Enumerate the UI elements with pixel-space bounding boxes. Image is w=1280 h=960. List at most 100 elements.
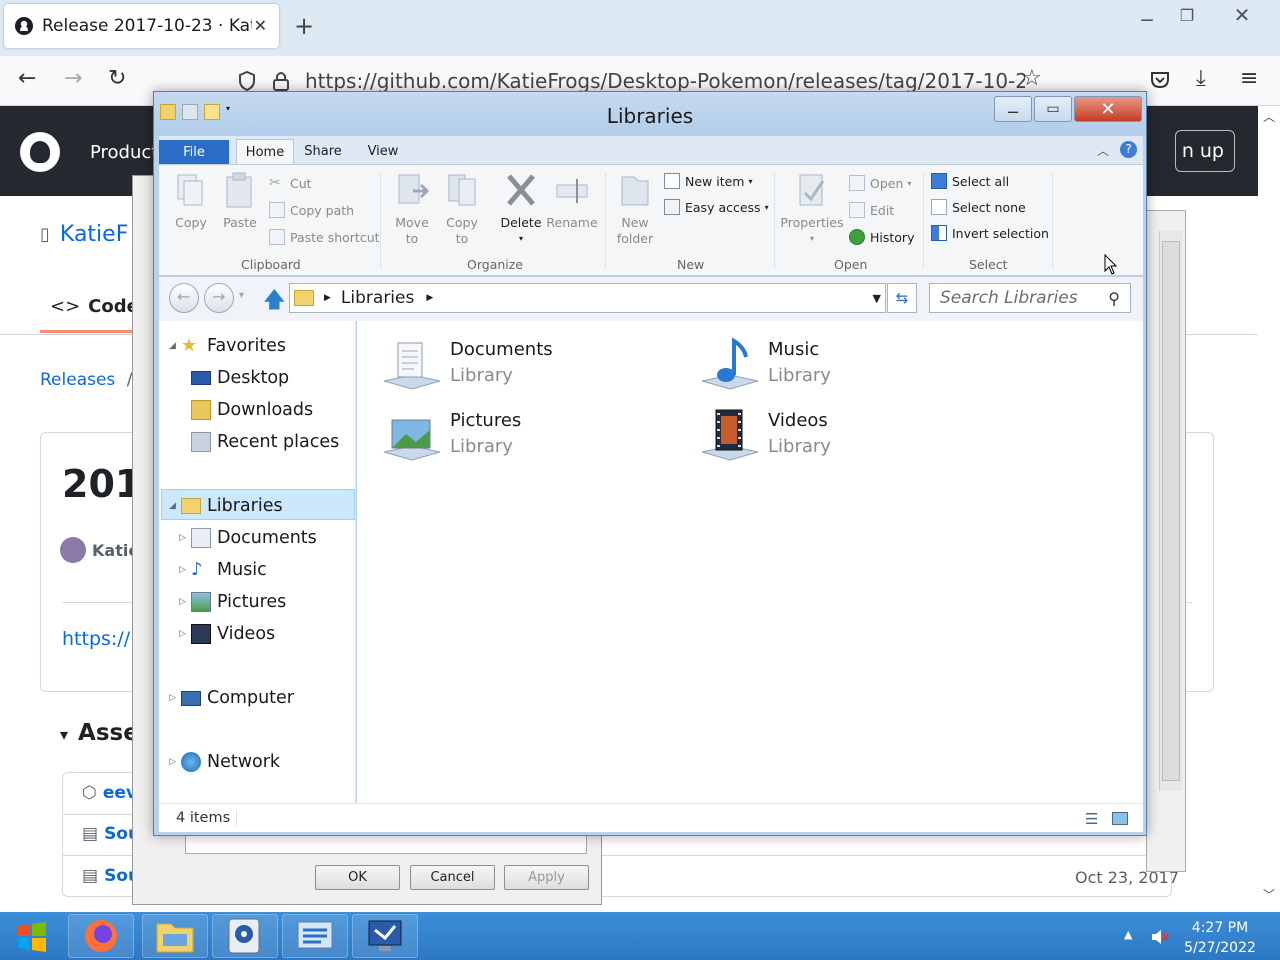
signup-button[interactable]: n up [1175, 130, 1235, 172]
history-button[interactable]: History [849, 229, 914, 245]
collapse-ribbon-icon[interactable]: ︿ [1097, 142, 1109, 159]
tray-expand-icon[interactable]: ▲ [1124, 928, 1132, 941]
paste-shortcut-button[interactable]: Paste shortcut [269, 229, 380, 245]
select-all-button[interactable]: Select all [931, 173, 1009, 189]
library-item-pictures[interactable]: Pictures Library [382, 408, 521, 464]
breadcrumb-arrow-icon[interactable]: ▶ [426, 293, 433, 303]
expanded-arrow-icon[interactable]: ◢ [169, 341, 181, 351]
collapsed-arrow-icon[interactable]: ▷ [179, 565, 191, 575]
browser-close-button[interactable]: ✕ [1214, 0, 1270, 30]
collapsed-arrow-icon[interactable]: ▷ [169, 757, 181, 767]
browser-tab[interactable]: Release 2017-10-23 · KatieFrogs/Desktop-… [4, 4, 279, 48]
collapsed-arrow-icon[interactable]: ▷ [179, 533, 191, 543]
taskbar-control-panel[interactable] [282, 914, 348, 958]
details-view-icon[interactable]: ☰ [1085, 810, 1098, 828]
address-bar[interactable]: ▶ Libraries ▶ ▼ [289, 283, 886, 313]
ok-button[interactable]: OK [315, 865, 400, 890]
scrollbar[interactable] [1159, 231, 1183, 791]
address-dropdown-icon[interactable]: ▼ [873, 292, 881, 305]
release-author[interactable]: Katie [60, 537, 139, 563]
paste-button[interactable]: Paste [219, 171, 261, 231]
nav-computer[interactable]: ▷ Computer [169, 683, 294, 713]
nav-favorites[interactable]: ◢ ★ Favorites [169, 331, 286, 361]
new-item-button[interactable]: New item ▾ [664, 173, 753, 189]
release-link[interactable]: https:// [62, 628, 130, 650]
code-tab[interactable]: <> Code [50, 296, 139, 317]
menu-icon[interactable]: ≡ [1240, 66, 1258, 91]
close-button[interactable]: ✕ [1074, 96, 1142, 122]
breadcrumb-releases-link[interactable]: Releases [40, 370, 115, 390]
taskbar-disk-app[interactable] [212, 914, 278, 958]
reload-icon[interactable]: ↻ [108, 66, 126, 91]
large-icons-view-icon[interactable] [1112, 812, 1128, 825]
new-folder-button[interactable]: New folder [614, 171, 656, 247]
nav-documents[interactable]: ▷ Documents [179, 523, 317, 553]
minimize-button[interactable]: ⚊ [994, 96, 1032, 122]
browser-minimize-button[interactable]: ⚊ [1128, 0, 1166, 30]
start-button[interactable] [0, 912, 64, 960]
github-logo-icon[interactable] [20, 132, 60, 172]
copy-path-button[interactable]: Copy path [269, 202, 354, 218]
invert-selection-button[interactable]: Invert selection [931, 225, 1049, 241]
download-icon[interactable]: ⤓ [1196, 66, 1206, 91]
dialog-text-field[interactable] [185, 836, 587, 854]
tab-home[interactable]: Home [236, 139, 294, 164]
address-text[interactable]: Libraries [341, 288, 414, 308]
move-to-button[interactable]: Move to [391, 171, 433, 247]
library-item-music[interactable]: Music Library [700, 337, 831, 393]
tab-view[interactable]: View [359, 139, 407, 164]
apply-button[interactable]: Apply [504, 865, 589, 890]
breadcrumb-arrow-icon[interactable]: ▶ [324, 293, 331, 303]
nav-videos[interactable]: ▷ Videos [179, 619, 275, 649]
page-scrollbar[interactable]: ︿ ﹀ [1258, 106, 1280, 912]
nav-network[interactable]: ▷ Network [169, 747, 280, 777]
easy-access-button[interactable]: Easy access ▾ [664, 199, 769, 215]
nav-recent-places[interactable]: Recent places [191, 427, 339, 457]
tab-close-icon[interactable]: ✕ [254, 16, 267, 35]
refresh-button[interactable]: ⇆ [887, 283, 917, 313]
help-icon[interactable]: ? [1120, 141, 1137, 158]
copy-button[interactable]: Copy [171, 171, 211, 231]
forward-arrow-icon[interactable]: → [64, 66, 82, 91]
collapsed-arrow-icon[interactable]: ▷ [179, 597, 191, 607]
nav-pictures[interactable]: ▷ Pictures [179, 587, 286, 617]
collapsed-arrow-icon[interactable]: ▷ [179, 629, 191, 639]
bookmark-star-icon[interactable]: ☆ [1022, 66, 1042, 91]
back-button[interactable]: ← [169, 283, 199, 313]
properties-button[interactable]: Properties ▾ [780, 171, 844, 247]
tab-file[interactable]: File [159, 140, 229, 164]
rename-button[interactable]: Rename [546, 171, 598, 231]
expanded-arrow-icon[interactable]: ◢ [169, 501, 181, 511]
library-item-documents[interactable]: Documents Library [382, 337, 553, 393]
nav-libraries[interactable]: ◢ Libraries [169, 491, 283, 521]
pocket-icon[interactable] [1150, 70, 1170, 90]
cut-button[interactable]: ✂ Cut [269, 175, 312, 191]
select-none-button[interactable]: Select none [931, 199, 1026, 215]
delete-button[interactable]: Delete ▾ [496, 171, 546, 247]
scrollbar-thumb[interactable] [1162, 241, 1180, 781]
repo-owner-link[interactable]: KatieF [60, 222, 128, 247]
cancel-button[interactable]: Cancel [410, 865, 495, 890]
taskbar-firefox[interactable] [68, 914, 134, 958]
collapsed-arrow-icon[interactable]: ▷ [169, 693, 181, 703]
taskbar-system-app[interactable] [352, 914, 418, 958]
nav-downloads[interactable]: Downloads [191, 395, 313, 425]
repo-name[interactable]: ▯ KatieF [40, 222, 128, 247]
search-icon[interactable]: ⚲ [1108, 289, 1120, 308]
taskbar-explorer[interactable] [142, 914, 208, 958]
search-input[interactable]: Search Libraries ⚲ [929, 283, 1131, 313]
nav-music[interactable]: ▷ ♪ Music [179, 555, 267, 585]
nav-desktop[interactable]: Desktop [191, 363, 289, 393]
library-item-videos[interactable]: Videos Library [700, 408, 831, 464]
volume-muted-icon[interactable] [1150, 927, 1170, 947]
back-arrow-icon[interactable]: ← [18, 66, 36, 91]
edit-button[interactable]: Edit [849, 202, 894, 218]
open-button[interactable]: Open ▾ [849, 175, 911, 191]
browser-restore-button[interactable]: ❐ [1168, 0, 1206, 30]
clock[interactable]: 4:27 PM 5/27/2022 [1180, 918, 1260, 958]
recent-locations-icon[interactable]: ▾ [239, 290, 244, 301]
new-tab-button[interactable]: + [294, 12, 314, 40]
copy-to-button[interactable]: Copy to [441, 171, 483, 247]
maximize-button[interactable]: ▭ [1034, 96, 1072, 122]
forward-button[interactable]: → [204, 283, 234, 313]
